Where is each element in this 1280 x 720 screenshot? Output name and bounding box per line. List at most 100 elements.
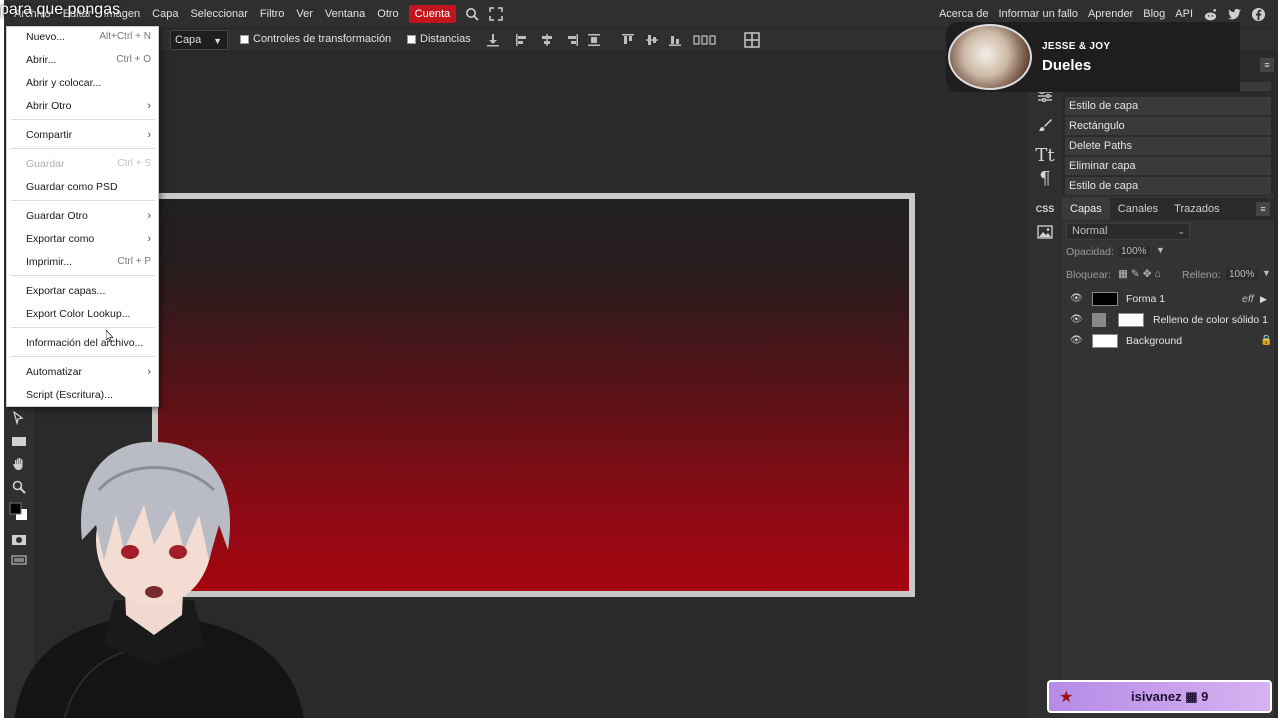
menu-item-script[interactable]: Script (Escritura)...	[7, 385, 159, 405]
chevron-down-icon[interactable]: ▼	[1156, 245, 1165, 255]
menu-item-export-layers[interactable]: Exportar capas...	[7, 281, 159, 301]
opacity-label: Opacidad:	[1066, 246, 1114, 258]
align-bottom-icon[interactable]	[667, 32, 683, 48]
fullscreen-icon[interactable]	[487, 5, 505, 23]
align-left-icon[interactable]	[514, 32, 530, 48]
checkbox-box[interactable]	[407, 34, 416, 44]
menu-item-save-other[interactable]: Guardar Otro ›	[7, 206, 159, 226]
now-playing-artist: JESSE & JOY	[1042, 41, 1111, 52]
brush-icon[interactable]	[1034, 115, 1056, 135]
layer-row[interactable]: 👁 Forma 1 eff ▶	[1066, 289, 1272, 309]
layers-tabs: Capas Canales Trazados ≡	[1062, 198, 1274, 220]
menu-separator	[11, 327, 155, 328]
menu-item-save: Guardar Ctrl + S	[26, 158, 151, 170]
menu-window[interactable]: Ventana	[319, 0, 371, 28]
reddit-icon[interactable]	[1201, 5, 1219, 23]
chevron-right-icon[interactable]: ▶	[1260, 289, 1267, 309]
photopea-window: Archivo Editar Imagen Capa Seleccionar F…	[4, 0, 1278, 718]
menu-item-share[interactable]: Compartir ›	[7, 125, 159, 145]
align-top-icon[interactable]	[620, 32, 636, 48]
tab-paths[interactable]: Trazados	[1166, 198, 1227, 220]
chevron-down-icon[interactable]: ▼	[1262, 268, 1271, 278]
distances-checkbox[interactable]: Distancias	[407, 33, 471, 45]
effects-badge[interactable]: eff	[1242, 289, 1254, 309]
menu-other[interactable]: Otro	[371, 0, 404, 28]
align-middle-icon[interactable]	[644, 32, 660, 48]
opacity-value[interactable]: 100%	[1118, 246, 1150, 257]
path-select-icon[interactable]	[9, 408, 29, 428]
history-item[interactable]: Eliminar capa	[1065, 157, 1271, 176]
eye-icon[interactable]: 👁	[1070, 293, 1084, 305]
history-item[interactable]: Rectángulo	[1065, 117, 1271, 136]
transform-controls-label: Controles de transformación	[253, 33, 392, 45]
menu-separator	[11, 356, 155, 357]
streamer-avatar	[14, 441, 304, 718]
distribute-icon[interactable]	[586, 32, 602, 48]
search-icon[interactable]	[463, 5, 481, 23]
menu-layer[interactable]: Capa	[146, 0, 184, 28]
grid-icon[interactable]	[744, 32, 760, 48]
layer-mask-thumbnail	[1118, 313, 1144, 327]
menu-item-automate[interactable]: Automatizar ›	[7, 362, 159, 382]
character-panel-icon[interactable]: Tt	[1034, 145, 1056, 166]
album-cover	[948, 24, 1032, 90]
tab-channels[interactable]: Canales	[1110, 198, 1166, 220]
transform-controls-checkbox[interactable]: Controles de transformación	[240, 33, 391, 45]
menu-item-save-psd[interactable]: Guardar como PSD	[7, 177, 159, 197]
lock-options-icon[interactable]: ▦✎✥⌂	[1118, 268, 1164, 280]
menu-separator	[11, 200, 155, 201]
layer-name: Background	[1126, 335, 1183, 347]
menu-item-open-place[interactable]: Abrir y colocar...	[7, 73, 159, 93]
layer-name: Forma 1	[1126, 293, 1166, 305]
follower-alert: ★ isivanez ▦ 9	[1047, 680, 1272, 713]
auto-select-value: Capa	[175, 34, 202, 46]
menu-item-export-as[interactable]: Exportar como ›	[7, 229, 159, 249]
eye-icon[interactable]: 👁	[1070, 335, 1084, 347]
chevron-right-icon: ›	[147, 210, 151, 222]
menu-separator	[11, 148, 155, 149]
chevron-down-icon: ⌄	[1177, 226, 1185, 236]
file-menu-dropdown: Nuevo... Alt+Ctrl + N Abrir... Ctrl + O Ab…	[6, 26, 159, 407]
history-item[interactable]: Estilo de capa	[1065, 177, 1271, 196]
menu-select[interactable]: Seleccionar	[184, 0, 253, 28]
layer-thumbnail	[1092, 292, 1118, 306]
menu-item-export-color-lookup[interactable]: Export Color Lookup...	[7, 304, 159, 324]
css-icon[interactable]: CSS	[1034, 199, 1056, 219]
facebook-icon[interactable]	[1249, 5, 1267, 23]
menu-separator	[11, 119, 155, 120]
history-item[interactable]: Delete Paths	[1065, 137, 1271, 156]
align-center-icon[interactable]	[539, 32, 555, 48]
layer-row[interactable]: 👁 Relleno de color sólido 1	[1066, 310, 1272, 330]
menu-separator	[11, 275, 155, 276]
history-item[interactable]: Estilo de capa	[1065, 97, 1271, 116]
lock-icon: 🔒	[1260, 335, 1273, 346]
menu-filter[interactable]: Filtro	[254, 0, 290, 28]
twitter-icon[interactable]	[1225, 5, 1243, 23]
menu-item-print[interactable]: Imprimir... Ctrl + P	[7, 252, 159, 272]
eye-icon[interactable]: 👁	[1070, 314, 1084, 326]
menu-item-new[interactable]: Nuevo... Alt+Ctrl + N	[7, 27, 159, 47]
menu-account[interactable]: Cuenta	[408, 5, 457, 23]
fill-value[interactable]: 100%	[1226, 269, 1258, 280]
checkbox-box[interactable]	[240, 34, 249, 44]
align-right-icon[interactable]	[564, 32, 580, 48]
fill-label: Relleno:	[1182, 269, 1221, 281]
distribute-horizontal-icon[interactable]	[692, 32, 718, 48]
panel-menu-icon[interactable]: ≡	[1256, 202, 1270, 216]
panel-menu-icon[interactable]: ≡	[1260, 58, 1274, 72]
auto-select-dropdown[interactable]: Capa ▼	[170, 30, 228, 50]
download-icon[interactable]	[485, 32, 501, 48]
layer-row[interactable]: 👁 Background 🔒	[1066, 331, 1272, 351]
paragraph-icon[interactable]: ¶	[1034, 168, 1056, 189]
right-icon-strip: Tt ¶ CSS	[1028, 50, 1062, 718]
menu-view[interactable]: Ver	[290, 0, 319, 28]
layer-thumbnail	[1092, 334, 1118, 348]
tab-layers[interactable]: Capas	[1062, 198, 1110, 220]
now-playing-widget: JESSE & JOY Dueles	[946, 22, 1240, 92]
menu-item-open[interactable]: Abrir... Ctrl + O	[7, 50, 159, 70]
image-icon[interactable]	[1034, 222, 1056, 242]
menu-item-file-info[interactable]: Información del archivo...	[7, 333, 159, 353]
mouse-cursor-icon	[106, 330, 114, 342]
blend-mode-select[interactable]: Normal ⌄	[1066, 223, 1190, 240]
menu-item-open-other[interactable]: Abrir Otro ›	[7, 96, 159, 116]
